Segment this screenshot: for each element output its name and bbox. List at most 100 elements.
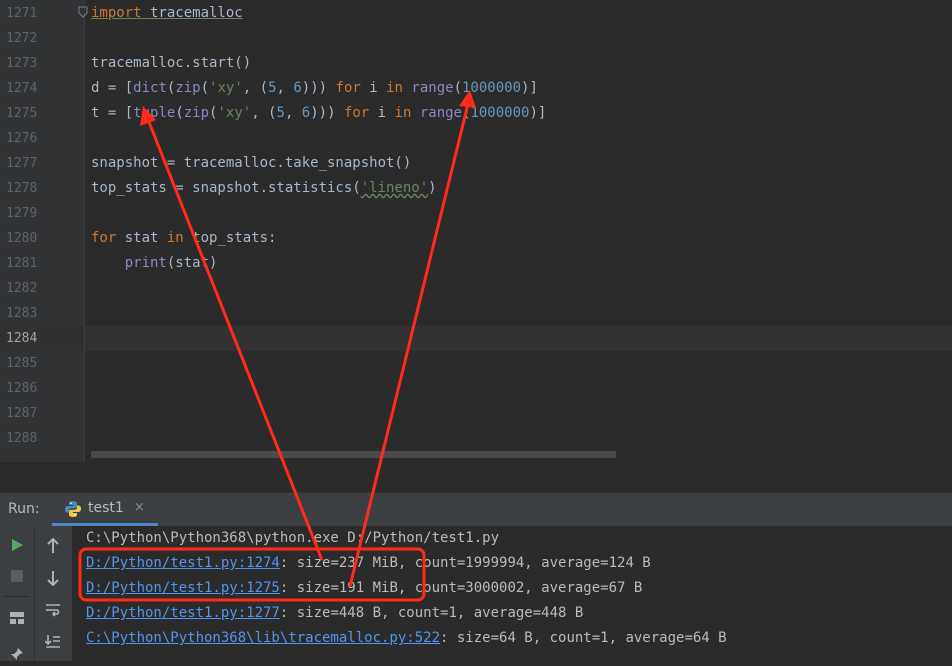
line-number: 1278	[6, 181, 38, 196]
code-token: ,	[276, 80, 294, 96]
code-line-1275[interactable]: t = [tuple(zip('xy', (5, 6))) for i in r…	[91, 101, 546, 126]
builtin-range: range	[411, 80, 454, 96]
keyword-in: in	[394, 105, 412, 121]
code-token: )]	[521, 80, 538, 96]
code-token: ,	[284, 105, 302, 121]
code-token: d = [	[91, 80, 134, 96]
builtin-dict: dict	[133, 80, 167, 96]
line-number: 1288	[6, 431, 38, 446]
line-number: 1287	[6, 406, 38, 421]
run-tab-label: test1	[88, 500, 124, 516]
code-token: (	[453, 80, 462, 96]
run-tab-test1[interactable]: test1 ×	[52, 493, 158, 526]
string-literal: 'lineno'	[360, 180, 429, 196]
horizontal-scrollbar[interactable]	[91, 451, 616, 458]
run-toolbar	[0, 526, 34, 661]
code-line-1273[interactable]: tracemalloc.start()	[91, 51, 251, 76]
string-literal: 'xy'	[217, 105, 252, 121]
source-link[interactable]: C:\Python\Python368\lib\tracemalloc.py:5…	[86, 630, 440, 646]
soft-wrap-icon[interactable]	[41, 598, 65, 622]
number-literal: 6	[293, 80, 302, 96]
line-number-current: 1284	[6, 331, 38, 346]
line-number: 1271	[6, 6, 38, 21]
run-panel-label: Run:	[8, 501, 40, 517]
line-number: 1272	[6, 31, 38, 46]
string-literal: 'xy'	[209, 80, 243, 96]
code-token: top_stats:	[183, 230, 277, 246]
run-console[interactable]: C:\Python\Python368\python.exe D:/Python…	[0, 526, 952, 661]
code-token: i	[360, 80, 387, 96]
line-number: 1280	[6, 231, 38, 246]
line-number: 1275	[6, 106, 38, 121]
code-token: )	[428, 180, 437, 196]
code-line-1271[interactable]: import tracemalloc	[91, 1, 243, 26]
code-line-1277[interactable]: snapshot = tracemalloc.take_snapshot()	[91, 151, 411, 176]
code-token: )]	[529, 105, 547, 121]
keyword-for: for	[343, 105, 370, 121]
console-text: : size=237 MiB, count=1999994, average=1…	[279, 555, 651, 571]
builtin-print: print	[124, 255, 167, 271]
fold-marker-icon[interactable]	[78, 6, 88, 18]
current-line-highlight	[85, 326, 952, 351]
close-icon[interactable]: ×	[134, 493, 145, 523]
gutter-divider	[84, 0, 85, 462]
console-toolbar	[34, 526, 72, 661]
line-number: 1285	[6, 356, 38, 371]
python-icon	[65, 501, 81, 517]
console-line: D:/Python/test1.py:1274: size=237 MiB, c…	[86, 551, 651, 576]
code-editor[interactable]: 1271 1272 1273 1274 1275 1276 1277 1278 …	[0, 0, 952, 462]
line-number: 1283	[6, 306, 38, 321]
code-line-1280[interactable]: for stat in top_stats:	[91, 226, 276, 251]
code-line-1278[interactable]: top_stats = snapshot.statistics('lineno'…	[91, 176, 437, 201]
arrow-up-icon[interactable]	[41, 534, 65, 558]
line-number: 1279	[6, 206, 38, 221]
code-token: , (	[251, 105, 277, 121]
builtin-tuple: tuple	[133, 105, 176, 121]
code-token: t = [	[91, 105, 134, 121]
toolbar-divider	[4, 596, 30, 597]
run-panel-header: Run: test1 ×	[0, 492, 952, 526]
console-line: D:/Python/test1.py:1275: size=191 MiB, c…	[86, 576, 642, 601]
line-number: 1286	[6, 381, 38, 396]
number-literal: 1000000	[470, 105, 530, 121]
code-token: i	[369, 105, 395, 121]
line-number: 1274	[6, 81, 38, 96]
code-token: (	[200, 80, 210, 96]
console-line: D:/Python/test1.py:1277: size=448 B, cou…	[86, 601, 583, 626]
console-text: : size=64 B, count=1, average=64 B	[440, 630, 727, 646]
module-name: tracemalloc	[141, 5, 243, 21]
builtin-zip: zip	[183, 105, 210, 121]
panel-splitter[interactable]	[0, 462, 952, 492]
arrow-down-icon[interactable]	[41, 566, 65, 590]
line-number: 1277	[6, 156, 38, 171]
source-link[interactable]: D:/Python/test1.py:1274	[86, 555, 280, 571]
line-number: 1282	[6, 281, 38, 296]
code-token: top_stats = snapshot.statistics(	[91, 180, 361, 196]
pin-icon[interactable]	[5, 642, 29, 666]
code-line-1274[interactable]: d = [dict(zip('xy', (5, 6))) for i in ra…	[91, 76, 538, 101]
builtin-zip: zip	[175, 80, 201, 96]
keyword-in: in	[166, 230, 184, 246]
number-literal: 1000000	[462, 80, 522, 96]
source-link[interactable]: D:/Python/test1.py:1277	[86, 605, 280, 621]
source-link[interactable]: D:/Python/test1.py:1275	[86, 580, 280, 596]
code-token: (stat)	[166, 255, 218, 271]
code-line-1281[interactable]: print(stat)	[91, 251, 218, 276]
layout-icon[interactable]	[5, 606, 29, 630]
run-icon[interactable]	[5, 533, 29, 557]
code-token: (	[175, 105, 184, 121]
number-literal: 5	[268, 80, 277, 96]
stop-icon[interactable]	[5, 564, 29, 588]
console-line: C:\Python\Python368\lib\tracemalloc.py:5…	[86, 626, 727, 651]
code-token: )))	[310, 105, 344, 121]
line-number: 1273	[6, 56, 38, 71]
scroll-to-end-icon[interactable]	[41, 629, 65, 653]
keyword-import: import	[91, 5, 142, 21]
number-literal: 6	[301, 105, 311, 121]
code-token: , (	[242, 80, 269, 96]
code-token: stat	[116, 230, 167, 246]
console-text: : size=191 MiB, count=3000002, average=6…	[279, 580, 643, 596]
console-text: : size=448 B, count=1, average=448 B	[279, 605, 584, 621]
